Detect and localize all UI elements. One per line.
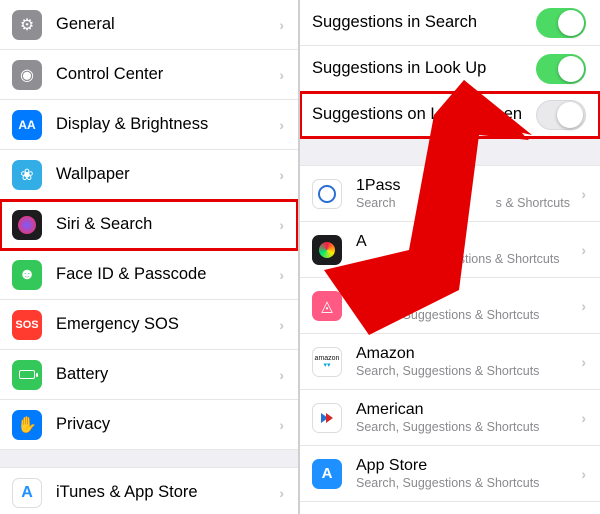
row-label: Display & Brightness [56,115,279,134]
row-label: General [56,15,279,34]
chevron-right-icon: › [581,186,586,202]
control-center-icon: ◉ [12,60,42,90]
app-sub: Search [356,196,396,210]
chevron-right-icon: › [279,417,284,433]
toggle-row-lockscreen[interactable]: Suggestions on Lock Screen [300,92,600,138]
settings-left-pane: ⚙︎ General › ◉ Control Center › AA Displ… [0,0,300,514]
app-title: Airbnb [356,289,581,307]
app-sub: uggestions & Shortcuts [431,252,560,266]
app-sub: s & Shortcuts [496,196,570,210]
row-label: Battery [56,365,279,384]
row-siri-search[interactable]: Siri & Search › [0,200,298,250]
app-row-american[interactable]: American Search, Suggestions & Shortcuts… [300,390,600,446]
app-icon-airbnb: ◬ [312,291,342,321]
row-battery[interactable]: Battery › [0,350,298,400]
row-label: Siri & Search [56,215,279,234]
app-row-airbnb[interactable]: ◬ Airbnb Search, Suggestions & Shortcuts… [300,278,600,334]
app-row-activity[interactable]: A xxxxxxxxxxxxuggestions & Shortcuts › [300,222,600,278]
wallpaper-icon: ❀ [12,160,42,190]
chevron-right-icon: › [279,17,284,33]
privacy-icon: ✋ [12,410,42,440]
row-itunes-appstore[interactable]: A iTunes & App Store › [0,468,298,514]
toggle-row-search[interactable]: Suggestions in Search [300,0,600,46]
app-icon-appstore: A [312,459,342,489]
gear-icon: ⚙︎ [12,10,42,40]
app-title: A [356,233,581,251]
siri-search-pane: Suggestions in Search Suggestions in Loo… [300,0,600,514]
toggle-label: Suggestions in Look Up [312,59,536,78]
toggle-row-lookup[interactable]: Suggestions in Look Up [300,46,600,92]
app-title: Amazon [356,345,581,363]
toggle-label: Suggestions in Search [312,13,536,32]
chevron-right-icon: › [581,242,586,258]
chevron-right-icon: › [279,485,284,501]
display-icon: AA [12,110,42,140]
toggle-label: Suggestions on Lock Screen [312,105,536,124]
app-title: American [356,401,581,419]
chevron-right-icon: › [279,217,284,233]
row-label: Emergency SOS [56,315,279,334]
row-wallpaper[interactable]: ❀ Wallpaper › [0,150,298,200]
chevron-right-icon: › [279,117,284,133]
row-control-center[interactable]: ◉ Control Center › [0,50,298,100]
chevron-right-icon: › [581,354,586,370]
chevron-right-icon: › [279,67,284,83]
chevron-right-icon: › [279,317,284,333]
chevron-right-icon: › [279,267,284,283]
row-label: iTunes & App Store [56,483,279,502]
app-icon-amazon: amazon▾▾ [312,347,342,377]
app-title: App Store [356,457,581,475]
app-icon-american [312,403,342,433]
chevron-right-icon: › [581,466,586,482]
toggle-switch[interactable] [536,100,586,130]
app-icon-1password [312,179,342,209]
app-title: 1Pass [356,177,581,195]
row-label: Control Center [56,65,279,84]
app-row-amazon[interactable]: amazon▾▾ Amazon Search, Suggestions & Sh… [300,334,600,390]
row-general[interactable]: ⚙︎ General › [0,0,298,50]
app-sub: Search, Suggestions & Shortcuts [356,308,581,322]
app-icon-activity [312,235,342,265]
sos-icon: SOS [12,310,42,340]
chevron-right-icon: › [581,410,586,426]
row-faceid-passcode[interactable]: ☻ Face ID & Passcode › [0,250,298,300]
chevron-right-icon: › [279,367,284,383]
chevron-right-icon: › [581,298,586,314]
toggle-switch[interactable] [536,54,586,84]
toggle-switch[interactable] [536,8,586,38]
app-sub: Search, Suggestions & Shortcuts [356,364,581,378]
battery-icon [12,360,42,390]
row-privacy[interactable]: ✋ Privacy › [0,400,298,450]
app-sub: Search, Suggestions & Shortcuts [356,476,581,490]
row-label: Privacy [56,415,279,434]
siri-icon [12,210,42,240]
faceid-icon: ☻ [12,260,42,290]
app-row-1password[interactable]: 1Pass Searchxxxxxxxxxxxxxxxxs & Shortcut… [300,166,600,222]
row-emergency-sos[interactable]: SOS Emergency SOS › [0,300,298,350]
section-spacer [0,450,298,468]
section-spacer [300,138,600,166]
row-display-brightness[interactable]: AA Display & Brightness › [0,100,298,150]
app-sub: Search, Suggestions & Shortcuts [356,420,581,434]
app-row-appstore[interactable]: A App Store Search, Suggestions & Shortc… [300,446,600,502]
row-label: Face ID & Passcode [56,265,279,284]
appstore-icon: A [12,478,42,508]
row-label: Wallpaper [56,165,279,184]
chevron-right-icon: › [279,167,284,183]
